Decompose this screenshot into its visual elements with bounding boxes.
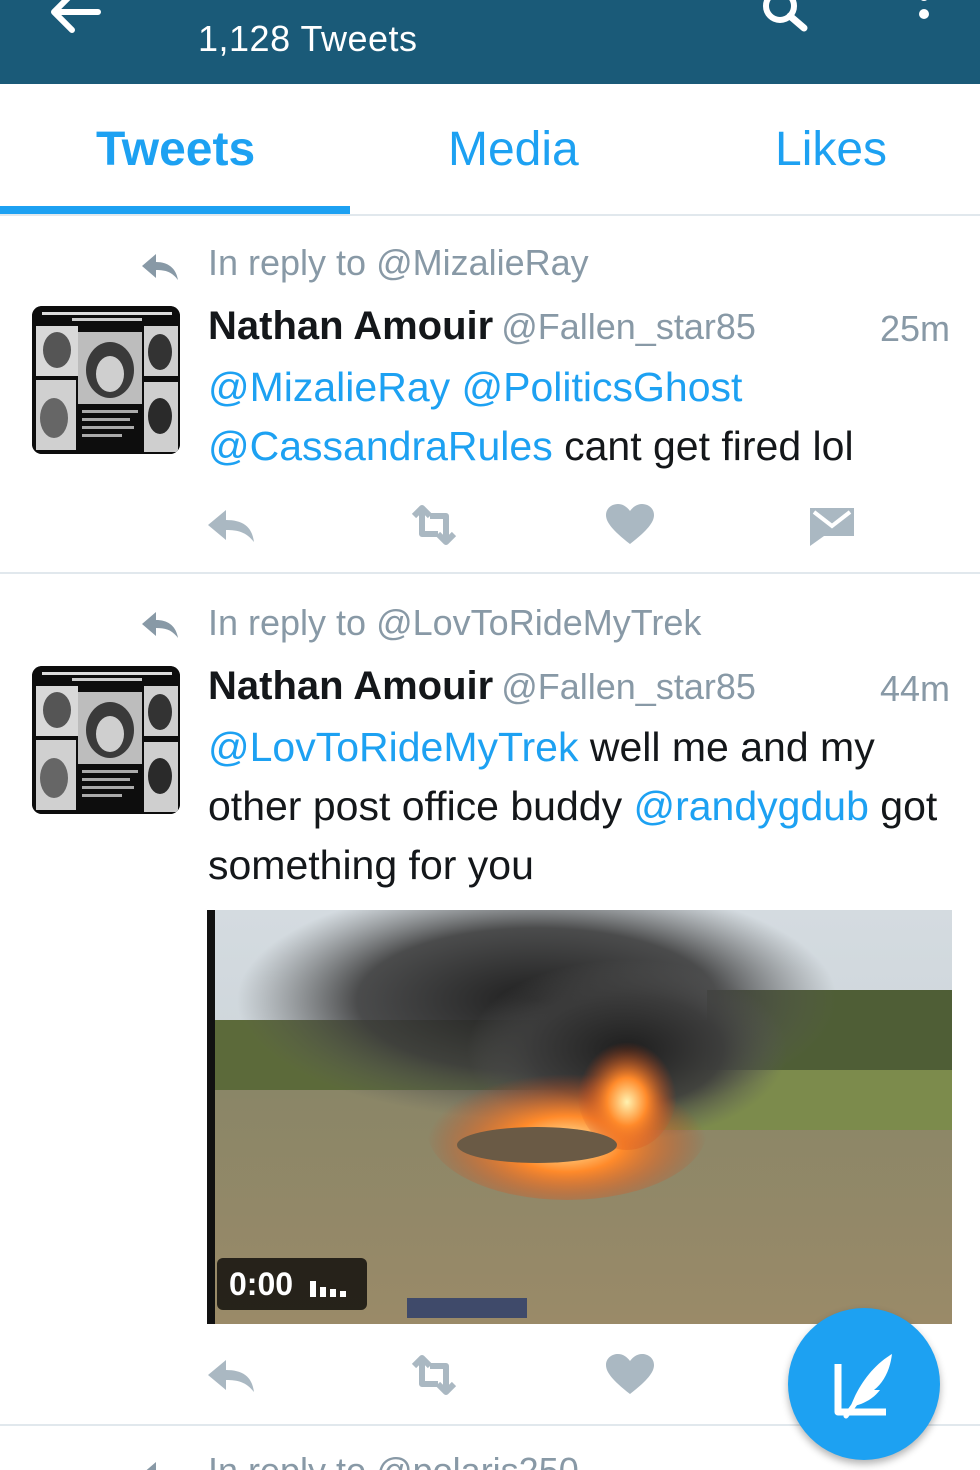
reply-icon[interactable] <box>204 1352 260 1398</box>
avatar[interactable] <box>32 306 180 454</box>
more-vertical-icon[interactable] <box>906 0 942 40</box>
mention-link[interactable]: @MizalieRay <box>208 364 450 410</box>
reply-context-icon <box>142 254 178 280</box>
reply-context[interactable]: In reply to @LovToRideMyTrek <box>208 602 701 644</box>
retweet-icon[interactable] <box>406 1352 462 1398</box>
tweet-item[interactable]: In reply to @MizalieRay Nathan Amouir @Fa… <box>0 216 980 574</box>
author-name[interactable]: Nathan Amouir <box>208 664 493 708</box>
tweet-time: 25m <box>879 308 950 349</box>
retweet-icon[interactable] <box>406 502 462 548</box>
reply-context[interactable]: In reply to @MizalieRay <box>208 242 589 284</box>
video-duration-text: 0:00 <box>229 1266 294 1302</box>
author-handle[interactable]: @Fallen_star85 <box>501 306 756 347</box>
text-segment <box>450 364 461 410</box>
search-icon[interactable] <box>758 0 814 36</box>
tab-likes[interactable]: Likes <box>775 122 887 177</box>
mention-link[interactable]: @PoliticsGhost <box>462 364 743 410</box>
like-icon[interactable] <box>602 1352 658 1398</box>
mention-link[interactable]: @CassandraRules <box>208 423 553 469</box>
volume-bars-icon <box>309 1280 346 1297</box>
mention-link[interactable]: @LovToRideMyTrek <box>208 724 578 770</box>
active-tab-indicator <box>0 206 350 214</box>
author-line: Nathan Amouir @Fallen_star85 <box>208 304 756 349</box>
tweet-time: 44m <box>879 668 950 709</box>
profile-tabs: Tweets Media Likes <box>0 84 980 216</box>
tab-media[interactable]: Media <box>448 122 579 177</box>
app-bar: 1,128 Tweets <box>0 0 980 84</box>
tweet-actions <box>0 502 980 552</box>
like-icon[interactable] <box>602 502 658 548</box>
text-segment: cant get fired lol <box>552 423 854 469</box>
compose-quill-icon <box>834 1354 892 1419</box>
author-line: Nathan Amouir @Fallen_star85 <box>208 664 756 709</box>
video-thumbnail[interactable]: 0:00 <box>207 910 952 1324</box>
reply-context[interactable]: In reply to @polaris250 <box>208 1450 579 1470</box>
avatar[interactable] <box>32 666 180 814</box>
reply-context-icon <box>146 1462 156 1470</box>
compose-tweet-button[interactable] <box>788 1308 940 1460</box>
reply-icon[interactable] <box>204 502 260 548</box>
author-name[interactable]: Nathan Amouir <box>208 304 493 348</box>
direct-message-icon[interactable] <box>804 502 860 548</box>
tweet-count: 1,128 Tweets <box>198 18 418 59</box>
tab-tweets[interactable]: Tweets <box>96 122 255 177</box>
reply-context-icon <box>142 612 178 638</box>
arrow-left-icon[interactable] <box>44 0 108 38</box>
tweet-text: @MizalieRay @PoliticsGhost @CassandraRul… <box>208 358 953 476</box>
tweet-text: @LovToRideMyTrek well me and my other po… <box>208 718 953 895</box>
mention-link[interactable]: @randygdub <box>633 783 868 829</box>
video-duration: 0:00 <box>217 1258 367 1310</box>
author-handle[interactable]: @Fallen_star85 <box>501 666 756 707</box>
